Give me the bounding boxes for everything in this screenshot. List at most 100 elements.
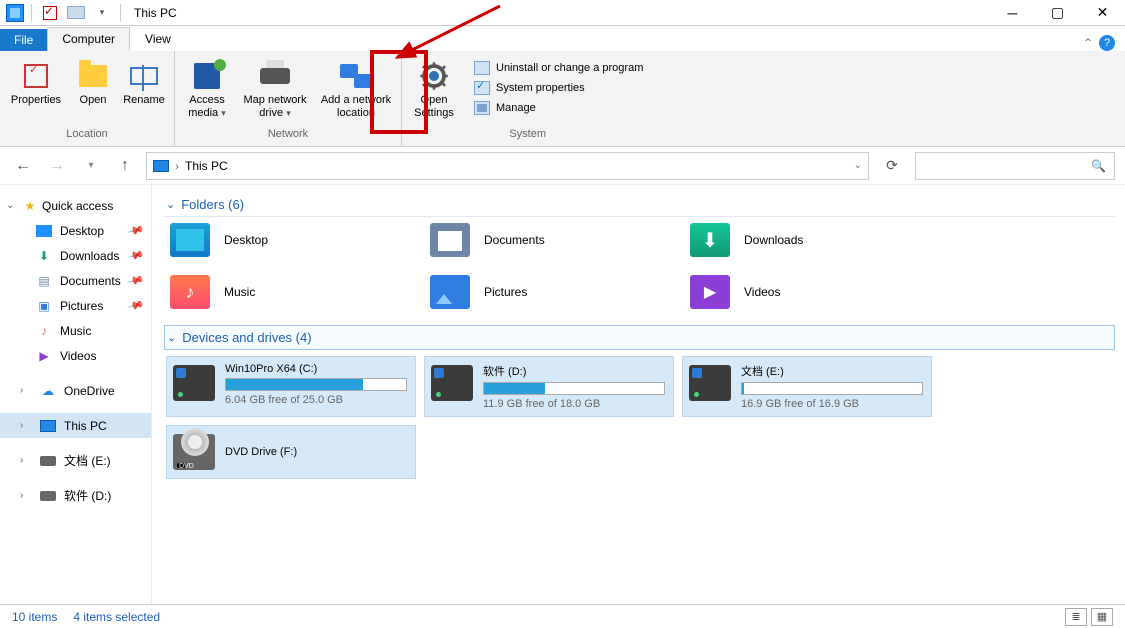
add-network-location-button[interactable]: Add a network location [317, 57, 395, 119]
folder-music[interactable]: ♪Music [170, 275, 420, 309]
tree-onedrive[interactable]: ›☁OneDrive [0, 378, 151, 403]
folder-videos[interactable]: ▶ Videos [690, 275, 940, 309]
qat-folder-button[interactable] [65, 2, 87, 24]
open-button[interactable]: Open [72, 57, 114, 107]
drive-free-text: 16.9 GB free of 16.9 GB [741, 398, 923, 410]
sys-props-label: System properties [496, 82, 585, 94]
address-dropdown-icon[interactable]: ⌄ [854, 160, 862, 171]
desktop-folder-icon [170, 223, 210, 257]
pin-icon: 📌 [127, 296, 145, 314]
recent-locations-button[interactable]: ▾ [78, 153, 104, 179]
map-network-drive-button[interactable]: Map network drive ▾ [239, 57, 311, 119]
folder-label: Pictures [484, 285, 527, 299]
usage-bar [483, 382, 665, 395]
help-button[interactable]: ? [1099, 35, 1115, 51]
forward-button[interactable]: → [44, 153, 70, 179]
ribbon: ✓ Properties Open Rename Location Access… [0, 51, 1125, 147]
tab-file[interactable]: File [0, 29, 47, 51]
close-button[interactable]: ✕ [1080, 0, 1125, 26]
folder-label: Downloads [744, 233, 803, 247]
uninstall-label: Uninstall or change a program [496, 62, 643, 74]
group-header-folders[interactable]: ⌄Folders (6) [164, 193, 1115, 217]
group-caption-system: System [408, 128, 647, 146]
tree-label: 文档 (E:) [64, 452, 111, 469]
status-item-count: 10 items [12, 610, 57, 624]
qat-customize-button[interactable]: ▾ [91, 2, 113, 24]
videos-folder-icon: ▶ [690, 275, 730, 309]
drives-header-label: Devices and drives (4) [182, 330, 311, 345]
system-properties-button[interactable]: System properties [474, 81, 643, 95]
up-button[interactable]: ↑ [112, 153, 138, 179]
tree-label: Documents [60, 274, 121, 288]
drive-e[interactable]: 文档 (E:) 16.9 GB free of 16.9 GB [682, 356, 932, 417]
address-bar[interactable]: › This PC ⌄ [146, 152, 869, 180]
ribbon-group-system: Open Settings Uninstall or change a prog… [402, 51, 653, 146]
group-header-drives[interactable]: ⌄Devices and drives (4) [164, 325, 1115, 350]
search-box[interactable]: 🔍 [915, 152, 1115, 180]
tree-drive-e[interactable]: ›文档 (E:) [0, 448, 151, 473]
tree-label: Downloads [60, 249, 119, 263]
tree-drive-d[interactable]: ›软件 (D:) [0, 483, 151, 508]
folder-downloads[interactable]: ⬇ Downloads [690, 223, 940, 257]
drive-d[interactable]: 软件 (D:) 11.9 GB free of 18.0 GB [424, 356, 674, 417]
tree-quick-access[interactable]: ⌄★ Quick access [0, 193, 151, 218]
collapse-ribbon-icon[interactable]: ⌃ [1083, 36, 1093, 50]
tiles-view-button[interactable]: ▦ [1091, 608, 1113, 626]
drive-dvd[interactable]: DVD Drive (F:) [166, 425, 416, 479]
tree-label: Desktop [60, 224, 104, 238]
usage-bar [741, 382, 923, 395]
folder-desktop[interactable]: Desktop [170, 223, 420, 257]
tree-this-pc[interactable]: ›This PC [0, 413, 151, 438]
minimize-button[interactable]: ─ [990, 0, 1035, 26]
drive-name: Win10Pro X64 (C:) [225, 363, 407, 375]
uninstall-program-button[interactable]: Uninstall or change a program [474, 61, 643, 75]
tree-videos[interactable]: ▶Videos [0, 343, 151, 368]
navigation-pane: ⌄★ Quick access Desktop📌 ⬇Downloads📌 ▤Do… [0, 185, 152, 604]
tree-label: 软件 (D:) [64, 487, 111, 504]
maximize-button[interactable]: ▢ [1035, 0, 1080, 26]
refresh-button[interactable]: ⟳ [877, 152, 907, 180]
tree-music[interactable]: ♪Music [0, 318, 151, 343]
qat-properties-button[interactable] [39, 2, 61, 24]
status-bar: 10 items 4 items selected ≣ ▦ [0, 604, 1125, 628]
drive-free-text: 11.9 GB free of 18.0 GB [483, 398, 665, 410]
hdd-icon [431, 365, 473, 401]
rename-label: Rename [123, 94, 165, 107]
drive-name: DVD Drive (F:) [225, 446, 407, 458]
folder-label: Desktop [224, 233, 268, 247]
pin-icon: 📌 [127, 271, 145, 289]
tree-desktop[interactable]: Desktop 📌 [0, 218, 151, 243]
address-path: This PC [185, 159, 228, 173]
downloads-folder-icon: ⬇ [690, 223, 730, 257]
group-caption-location: Location [6, 128, 168, 146]
pin-icon: 📌 [127, 221, 145, 239]
tab-computer[interactable]: Computer [47, 27, 130, 51]
tree-label: Music [60, 324, 91, 338]
folder-label: Music [224, 285, 255, 299]
drive-name: 软件 (D:) [483, 363, 665, 379]
folder-label: Videos [744, 285, 780, 299]
open-settings-button[interactable]: Open Settings [408, 57, 460, 119]
folder-documents[interactable]: Documents [430, 223, 680, 257]
pin-icon: 📌 [127, 246, 145, 264]
group-caption-network: Network [181, 128, 395, 146]
details-view-button[interactable]: ≣ [1065, 608, 1087, 626]
open-settings-label: Open Settings [408, 94, 460, 119]
drive-free-text: 6.04 GB free of 25.0 GB [225, 394, 407, 406]
search-icon: 🔍 [1091, 159, 1106, 173]
tree-documents[interactable]: ▤Documents📌 [0, 268, 151, 293]
tree-pictures[interactable]: ▣Pictures📌 [0, 293, 151, 318]
manage-button[interactable]: Manage [474, 101, 643, 115]
access-media-button[interactable]: Access media ▾ [181, 57, 233, 119]
open-label: Open [80, 94, 107, 107]
add-location-label: Add a network location [317, 94, 395, 119]
title-bar: ▾ This PC ─ ▢ ✕ [0, 0, 1125, 26]
properties-button[interactable]: ✓ Properties [6, 57, 66, 107]
rename-button[interactable]: Rename [120, 57, 168, 107]
folder-pictures[interactable]: Pictures [430, 275, 680, 309]
usage-bar [225, 378, 407, 391]
back-button[interactable]: ← [10, 153, 36, 179]
tab-view[interactable]: View [130, 27, 186, 51]
drive-c[interactable]: Win10Pro X64 (C:) 6.04 GB free of 25.0 G… [166, 356, 416, 417]
tree-downloads[interactable]: ⬇Downloads📌 [0, 243, 151, 268]
